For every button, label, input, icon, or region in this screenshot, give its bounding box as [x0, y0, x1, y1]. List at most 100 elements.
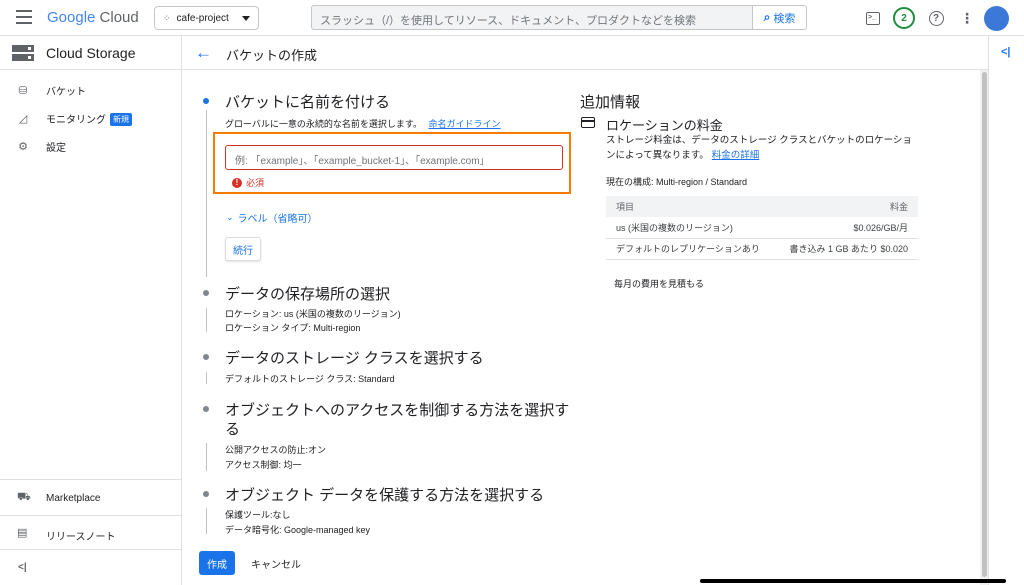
google-cloud-logo[interactable]: Google Cloud: [47, 9, 139, 26]
step-bullet-active: [203, 98, 209, 104]
sidebar-item-label: Marketplace: [46, 493, 101, 504]
bucket-name-input[interactable]: 例: 「example」、「example_bucket-1」、「example…: [225, 145, 563, 170]
cloud-shell-button[interactable]: >_: [862, 7, 884, 29]
home-indicator: [700, 579, 1006, 583]
step-location-line: ロケーション タイプ: Multi-region: [225, 323, 361, 333]
scrollbar-thumb[interactable]: [982, 72, 987, 577]
step-connector: [206, 110, 207, 277]
step-title-access[interactable]: オブジェクトへのアクセスを制御する方法を選択す: [225, 399, 569, 420]
back-arrow-icon[interactable]: ←: [195, 43, 212, 63]
labels-toggle[interactable]: ⌄ ラベル（省略可）: [226, 210, 318, 225]
step-location-line: ロケーション: us (米国の複数のリージョン): [225, 309, 401, 319]
chart-icon: ◿: [18, 112, 28, 125]
required-error: ! 必須: [232, 176, 264, 189]
logo-google: Google: [47, 9, 96, 26]
create-button[interactable]: 作成: [199, 551, 235, 575]
step-bullet: [203, 491, 209, 497]
step-access-line: アクセス制御: 均一: [225, 460, 302, 470]
step-title-access-wrap[interactable]: る: [225, 418, 240, 439]
search-input[interactable]: スラッシュ（/）を使用してリソース、ドキュメント、プロダクトなどを検索: [311, 5, 753, 30]
sidebar-header: Cloud Storage: [0, 36, 181, 70]
sidebar-item-buckets[interactable]: ⛁ バケット: [0, 78, 181, 102]
page-header: ← バケットの作成: [182, 36, 988, 70]
table-cell: us (米国の複数のリージョン): [606, 217, 776, 239]
search-icon: ⌕: [763, 10, 771, 24]
step-access-line: 公開アクセスの防止:オン: [225, 445, 327, 455]
pricing-table: 項目 料金 us (米国の複数のリージョン) $0.026/GB/月 デフォルト…: [606, 196, 918, 260]
avatar[interactable]: [984, 6, 1009, 31]
step-protection-line: データ暗号化: Google-managed key: [225, 525, 371, 535]
step-name-desc: グローバルに一意の永続的な名前を選択します。 命名ガイドライン: [225, 119, 501, 129]
table-header-row: 項目 料金: [606, 196, 918, 217]
chevron-down-icon: ⌄: [226, 212, 234, 222]
project-name: cafe-project: [176, 12, 229, 24]
menu-icon[interactable]: [16, 10, 32, 24]
step-connector: [206, 308, 207, 332]
table-row: us (米国の複数のリージョン) $0.026/GB/月: [606, 217, 918, 239]
step-title-name: バケットに名前を付ける: [225, 94, 391, 111]
page-title: バケットの作成: [226, 48, 318, 63]
info-panel-title: 追加情報: [580, 94, 641, 111]
sidebar-item-monitoring[interactable]: ◿ モニタリング 新規: [0, 106, 181, 130]
search-button[interactable]: ⌕ 検索: [753, 5, 807, 30]
pricing-description: ストレージ料金は、データのストレージ クラスとバケットのロケーションによって異な…: [606, 135, 912, 161]
step-connector: [206, 372, 207, 384]
continue-button[interactable]: 続行: [225, 237, 261, 261]
step-title-location[interactable]: データの保存場所の選択: [225, 283, 390, 304]
table-cell: デフォルトのレプリケーションあり: [606, 238, 776, 260]
cancel-button[interactable]: キャンセル: [251, 556, 301, 571]
sidebar-item-label: バケット: [46, 86, 86, 98]
step-protection-line: 保護ツール:なし: [225, 510, 291, 520]
sidebar-title: Cloud Storage: [46, 45, 136, 61]
estimate-monthly-cost-button[interactable]: 毎月の費用を見積もる: [614, 277, 704, 290]
error-text: 必須: [246, 178, 265, 188]
notification-count: 2: [893, 7, 915, 29]
table-cell: 書き込み 1 GB あたり $0.020: [775, 238, 918, 260]
step-connector: [206, 443, 207, 471]
project-icon: ⁘: [163, 12, 171, 23]
more-options-icon[interactable]: ⋮: [956, 7, 978, 29]
current-config: 現在の構成: Multi-region / Standard: [606, 177, 748, 187]
search-button-label: 検索: [773, 12, 796, 25]
sidebar-item-label: モニタリング: [46, 114, 106, 126]
table-cell: $0.026/GB/月: [775, 217, 918, 239]
naming-guidelines-link[interactable]: 命名ガイドライン: [429, 119, 501, 129]
bucket-icon: ⛁: [18, 84, 28, 97]
sidebar-item-label: 設定: [46, 142, 66, 154]
notifications-button[interactable]: 2: [893, 7, 915, 29]
step-connector: [206, 508, 207, 534]
credit-card-icon: [581, 117, 595, 128]
sidebar-item-release-notes[interactable]: ▤ リリースノート: [0, 515, 181, 549]
step-title-protection[interactable]: オブジェクト データを保護する方法を選択する: [225, 484, 544, 505]
caret-down-icon: [242, 16, 250, 21]
sidebar-item-marketplace[interactable]: ⛟ Marketplace: [0, 479, 181, 515]
expand-panel-icon[interactable]: <|: [1001, 46, 1011, 58]
project-selector[interactable]: ⁘ cafe-project: [154, 6, 259, 30]
help-icon: ?: [928, 10, 944, 26]
sidebar-collapse[interactable]: <|: [0, 549, 181, 585]
sidebar-item-label: リリースノート: [46, 532, 116, 543]
sidebar: Cloud Storage ⛁ バケット ◿ モニタリング 新規 ⚙ 設定 ⛟ M…: [0, 36, 182, 585]
marketplace-icon: ⛟: [17, 491, 31, 503]
error-icon: !: [232, 177, 242, 188]
column-header: 項目: [606, 196, 776, 217]
step-bullet: [203, 354, 209, 360]
step-title-storage-class[interactable]: データのストレージ クラスを選択する: [225, 347, 484, 368]
top-bar: Google Cloud ⁘ cafe-project スラッシュ（/）を使用し…: [0, 0, 1024, 36]
table-row: デフォルトのレプリケーションあり 書き込み 1 GB あたり $0.020: [606, 238, 918, 260]
column-header: 料金: [775, 196, 918, 217]
terminal-icon: >_: [866, 11, 880, 25]
collapse-left-icon: <|: [18, 562, 27, 573]
help-button[interactable]: ?: [925, 7, 947, 29]
pricing-details-link[interactable]: 料金の詳細: [712, 150, 760, 161]
storage-icon: [12, 45, 34, 61]
new-badge: 新規: [110, 112, 132, 126]
pricing-title: ロケーションの料金: [606, 118, 723, 133]
step-storage-class-line: デフォルトのストレージ クラス: Standard: [225, 374, 395, 384]
sidebar-item-settings[interactable]: ⚙ 設定: [0, 134, 181, 158]
step-bullet: [203, 406, 209, 412]
right-rail: <|: [988, 36, 1024, 585]
labels-toggle-label: ラベル（省略可）: [237, 214, 318, 225]
logo-cloud: Cloud: [99, 9, 139, 26]
notes-icon: ▤: [17, 527, 28, 539]
